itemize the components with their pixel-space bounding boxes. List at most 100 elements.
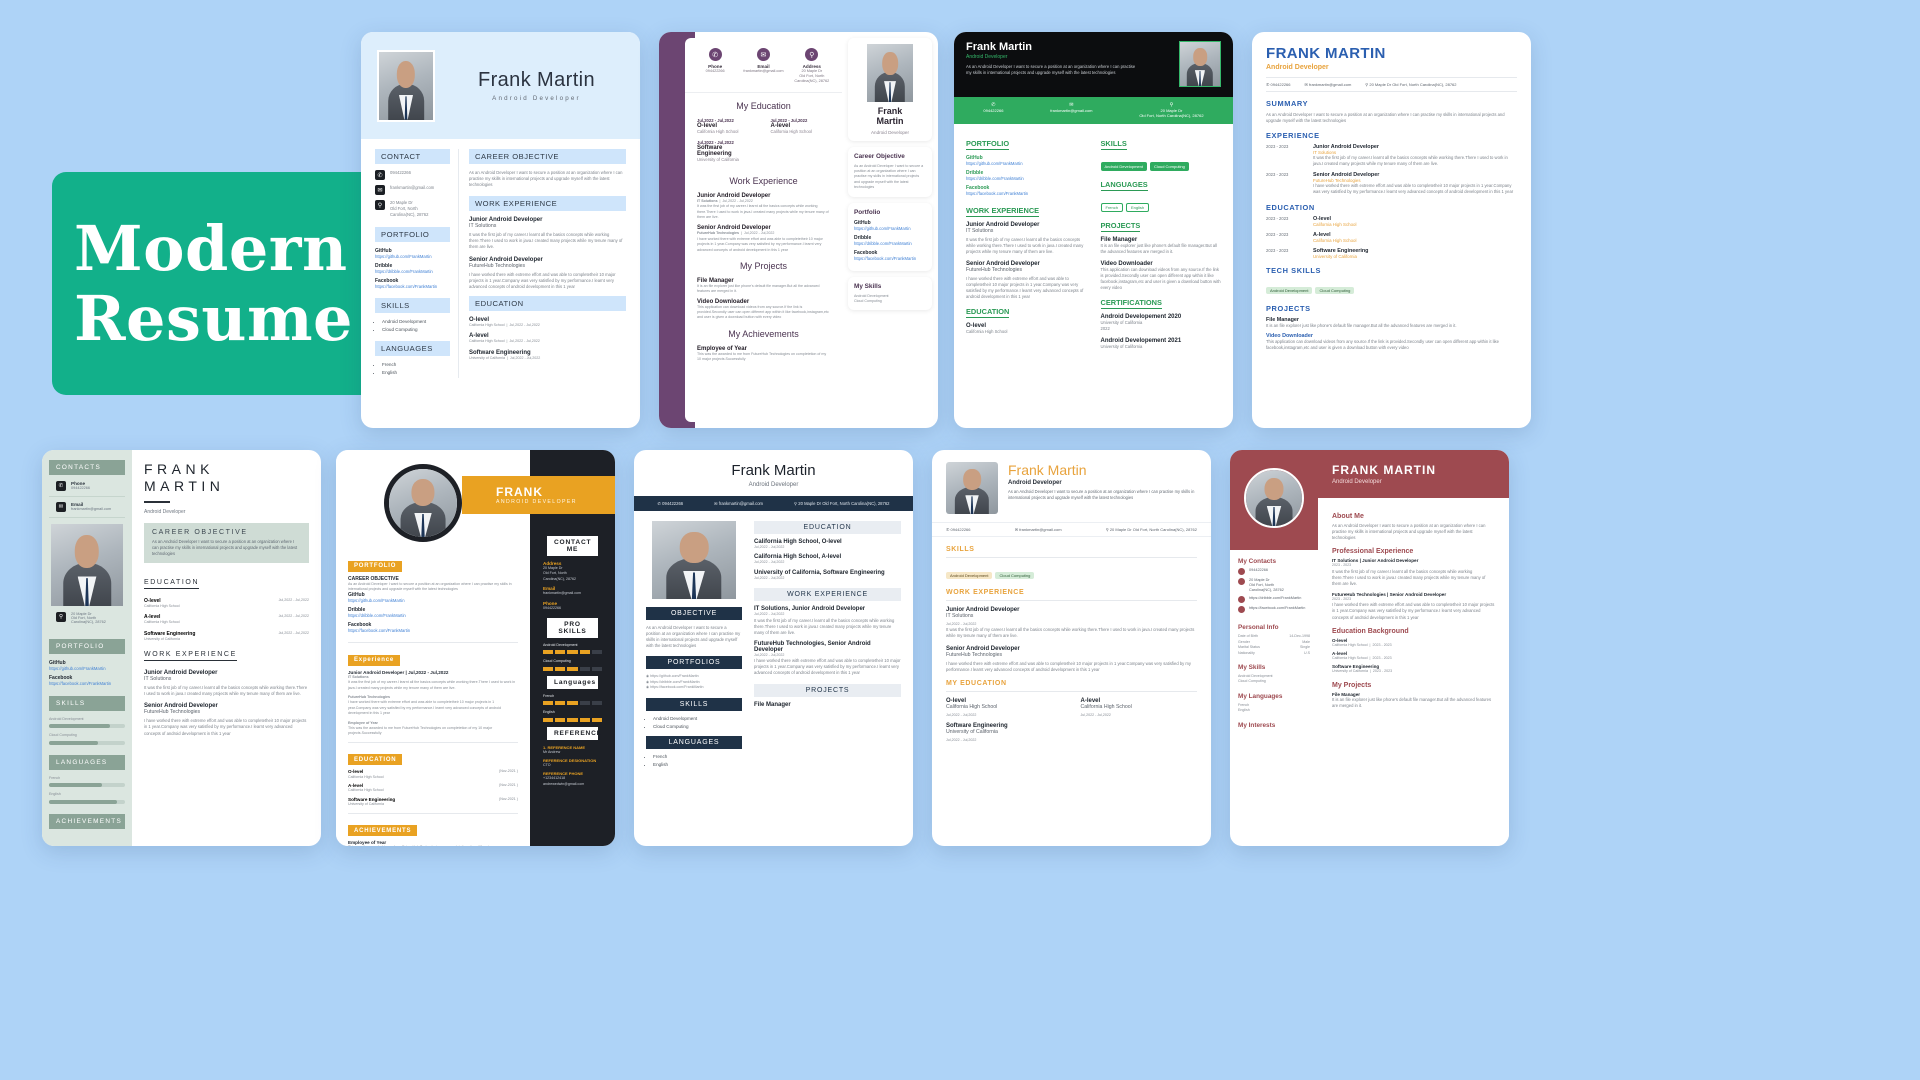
contact-phone: ✆ 094422266 <box>1266 82 1291 87</box>
contact-address: 20 Maple Dr Old Fort, North Carolina(NC), … <box>1230 578 1318 596</box>
portfolio-item[interactable]: Facebook https://facebook.com/FrankMarti… <box>375 278 450 289</box>
portfolio-item[interactable]: Dribble https://dribble.com/FrankMartin <box>375 263 450 274</box>
job-role: Android Developer <box>870 129 910 135</box>
section-skills: SKILLS <box>1100 138 1127 150</box>
section-skills: SKILLS <box>646 697 742 711</box>
portfolio-box: Portfolio GitHub https://github.com/Frank… <box>848 202 932 271</box>
skills-box: My Skills Android Development Cloud Comp… <box>848 276 932 311</box>
contact-address: ⚲ 20 Maple Dr Old Fort, North Carolina(N… <box>794 501 890 506</box>
contact-email: ✉ frankmartin@gmail.com <box>714 501 764 506</box>
section-contact: CONTACT <box>375 149 450 164</box>
job-role: Android Developer <box>492 95 581 102</box>
portfolio-item[interactable]: ◉ https://facebook.com/FrankMartin <box>646 685 742 690</box>
modern-resume-banner: Modern Resume <box>52 172 409 395</box>
portfolio-item[interactable]: GitHub https://github.com/FrankMartin <box>375 248 450 259</box>
avatar <box>867 44 913 102</box>
section-languages: LANGUAGES <box>646 735 742 749</box>
page-title: Frank Martin <box>876 106 904 127</box>
location-pin-icon: ⚲ <box>1365 82 1369 87</box>
card2-main-panel: ✆ Phone 094422266 ✉ Email frankmartin@gm… <box>685 38 842 422</box>
contact-email: ✉ frankmartin@gmail.com <box>1014 527 1062 532</box>
resume-template-4[interactable]: FRANK MARTIN Android Developer ✆ 0944222… <box>1252 32 1531 428</box>
language-meter <box>543 717 603 722</box>
card3-right-column: SKILLS Android Development Cloud Computin… <box>1100 138 1221 349</box>
contact-address: ⚲ 20 Maple Dr Old Fort, North Carolina(N… <box>375 200 450 218</box>
resume-template-2[interactable]: ✆ Phone 094422266 ✉ Email frankmartin@gm… <box>659 32 938 428</box>
phone-icon <box>1238 568 1245 575</box>
language-meter <box>543 701 603 706</box>
portfolio-item[interactable]: https://dribble.com/FrankMartin <box>1230 596 1318 606</box>
card6-left-body: PORTFOLIO CAREER OBJECTIVE As an Android… <box>336 554 530 846</box>
language-meter <box>49 783 125 788</box>
avatar <box>652 521 736 599</box>
location-pin-icon <box>1238 578 1245 585</box>
education-entry: 2023 - 2023 Software Engineering Universi… <box>1266 247 1369 259</box>
section-languages: LANGUAGES <box>1100 179 1148 191</box>
contact-address: ⚲ Address 20 Maple Dr Old Fort, North Caro… <box>788 48 836 84</box>
address-value: 20 Maple Dr Old Fort, North Carolina(NC)… <box>390 200 429 218</box>
resume-template-6[interactable]: CONTACT ME Address 20 Maple Dr Old Fort, … <box>336 450 615 846</box>
location-pin-icon: ⚲ <box>794 501 798 506</box>
card7-left-column: OBJECTIVE As an Android Developer I want… <box>646 521 742 770</box>
section-projects: My Projects <box>1332 681 1372 689</box>
banner-line-1: Modern <box>74 212 348 286</box>
achievement-entry: Employee of Year This was the awarded to… <box>697 345 827 362</box>
email-icon: ✉ <box>1304 82 1308 87</box>
page-title: FRANK MARTIN <box>1332 463 1436 477</box>
section-projects: PROJECTS <box>1266 303 1311 313</box>
resume-template-8[interactable]: Frank Martin Android Developer As an And… <box>932 450 1211 846</box>
resume-template-7[interactable]: Frank Martin Android Developer ✆ 0944222… <box>634 450 913 846</box>
avatar <box>1179 41 1221 87</box>
card7-contact-bar: ✆ 094422266 ✉ frankmartin@gmail.com ⚲ 20… <box>634 496 913 511</box>
link-icon <box>1238 596 1245 604</box>
contact-email: ✉ Email frankmartin@gmail.com <box>49 502 125 518</box>
skill-meter <box>49 724 125 729</box>
page-title: FRANK <box>496 485 543 499</box>
job-role: Android Developer <box>748 482 799 488</box>
contact-phone: ✆ 094422266 <box>657 501 684 506</box>
section-languages: Languages <box>547 675 598 689</box>
card6-name-banner: FRANK ANDROID DEVELOPER <box>462 476 615 514</box>
section-contact-me: CONTACT ME <box>547 536 598 556</box>
education-entry: Jul,2022 - Jul,2022 A-level California H… <box>770 117 812 134</box>
card3-contact-bar: ✆ 094422266 ✉ frankmartin@gmail.com ⚲ 20 Ma… <box>954 97 1233 124</box>
contact-email: ✉ Email frankmartin@gmail.com <box>740 48 788 84</box>
card1-right-column: CAREER OBJECTIVE As an Android Developer… <box>469 149 626 378</box>
education-entry: O-level California High School Jul,2022 … <box>946 697 1008 743</box>
card9-main: FRANK MARTIN Android Developer About Me … <box>1318 450 1509 846</box>
contact-email: ✉ frankmartin@gmail.com <box>1304 82 1352 87</box>
resume-template-1[interactable]: Frank Martin Android Developer CONTACT ✆… <box>361 32 640 428</box>
section-career-objective: CAREER OBJECTIVE <box>469 149 626 164</box>
career-objective-band: CAREER OBJECTIVE As an Android Developer… <box>144 522 309 564</box>
avatar <box>377 49 435 122</box>
list-item: Android Development <box>382 319 450 324</box>
resume-template-3[interactable]: Frank Martin Android Developer As an And… <box>954 32 1233 428</box>
phone-icon: ✆ <box>375 170 385 180</box>
section-career-objective: CAREER OBJECTIVE <box>152 528 248 536</box>
section-professional-experience: Professional Experience <box>1332 548 1414 556</box>
education-entry: O-level California High School | Jul,202… <box>469 316 540 327</box>
language-meter <box>49 799 125 804</box>
section-achievement: ACHIEVEMENTS <box>49 813 125 829</box>
job-role: ANDROID DEVELOPER <box>496 499 577 505</box>
resume-template-9[interactable]: My Contacts 094422266 20 Maple Dr Old For… <box>1230 450 1509 846</box>
resume-template-5[interactable]: CONTACTS ✆ Phone 094422266 ✉ Email frankmart… <box>42 450 321 846</box>
page-title: Frank Martin <box>731 462 816 479</box>
avatar <box>1244 468 1304 528</box>
location-pin-icon: ⚲ <box>1105 527 1109 532</box>
section-experience: EXPERIENCE <box>1266 131 1320 141</box>
contact-email: ✉ frankmartin@gmail.com <box>1050 102 1093 113</box>
section-portfolios: PORTFOLIOS <box>646 656 742 670</box>
section-portfolio: PORTFOLIO <box>49 639 125 654</box>
section-projects: My Projects <box>739 260 787 271</box>
phone-icon: ✆ <box>946 527 950 532</box>
experience-entry: Junior Android Developer IT Solutions It… <box>469 217 623 250</box>
section-achievements: My Achievements <box>728 328 799 339</box>
skill-meter <box>49 740 125 745</box>
contact-email: ✉ frankmartin@gmail.com <box>375 185 450 195</box>
card2-right-column: Frank Martin Android Developer Career Obj… <box>848 38 932 311</box>
job-role: Android Developer <box>1332 479 1382 485</box>
phone-icon: ✆ <box>56 481 66 491</box>
portfolio-item[interactable]: https://facebook.com/FrankMartin <box>1230 606 1318 616</box>
page-title: Frank Martin <box>477 69 596 91</box>
